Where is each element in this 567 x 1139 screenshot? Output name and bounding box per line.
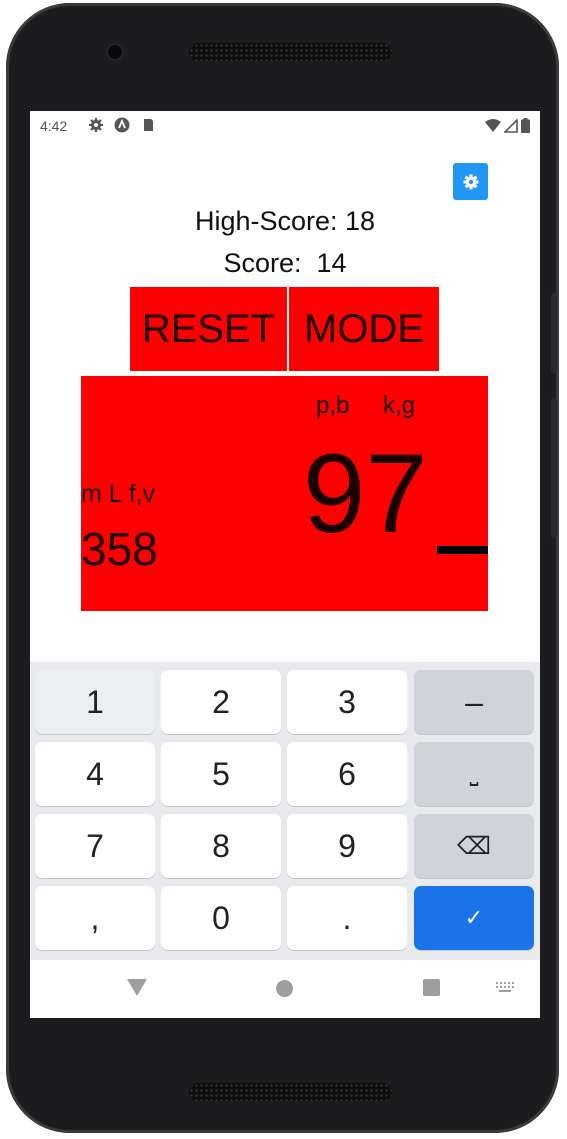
keyboard-switch-icon[interactable] — [496, 982, 516, 994]
recents-icon[interactable] — [423, 979, 440, 996]
status-time: 4:42 — [40, 118, 68, 134]
key-1[interactable]: 1 — [35, 670, 155, 734]
sd-card-icon — [144, 119, 153, 131]
home-icon[interactable] — [276, 980, 293, 997]
volume-button — [551, 398, 557, 538]
key-8[interactable]: 8 — [161, 814, 281, 878]
mode-button[interactable]: MODE — [289, 287, 439, 371]
wifi-icon — [485, 118, 501, 132]
key-period[interactable]: . — [287, 886, 407, 950]
target-number: 358 — [81, 523, 158, 575]
key-2[interactable]: 2 — [161, 670, 281, 734]
high-score-label: High-Score: 18 — [194, 206, 376, 236]
key-minus[interactable]: – — [414, 670, 534, 734]
key-backspace[interactable]: ⌫ — [414, 814, 534, 878]
entered-number: 97 — [303, 431, 428, 556]
key-7[interactable]: 7 — [35, 814, 155, 878]
signal-icon — [504, 118, 518, 133]
reset-button[interactable]: RESET — [130, 287, 287, 371]
key-space[interactable]: ⎵ — [414, 742, 534, 806]
hint-kg: k,g — [383, 392, 416, 419]
app-status-icon — [114, 117, 130, 133]
settings-status-icon — [89, 118, 103, 132]
navigation-bar — [30, 960, 540, 1018]
numeric-keyboard: 1 2 3 – 4 5 6 ⎵ 7 8 9 ⌫ , 0 . ✓ — [30, 662, 540, 960]
hint-pb: p,b — [316, 392, 350, 419]
hint-mlfv: m L f,v — [81, 480, 156, 508]
key-9[interactable]: 9 — [287, 814, 407, 878]
front-camera — [108, 45, 122, 59]
status-right-group — [485, 118, 530, 133]
key-done[interactable]: ✓ — [414, 886, 534, 950]
power-button — [551, 293, 557, 373]
screen: 4:42 High-Score: 18 Score: 14 RESET MODE… — [30, 111, 540, 1018]
key-3[interactable]: 3 — [287, 670, 407, 734]
settings-button[interactable] — [453, 163, 488, 200]
earpiece-speaker — [189, 43, 392, 61]
number-display: p,b k,g m L f,v 358 97 — [81, 376, 488, 611]
status-bar: 4:42 — [30, 111, 540, 141]
score-label: Score: 14 — [223, 248, 347, 278]
input-cursor — [437, 546, 488, 554]
key-6[interactable]: 6 — [287, 742, 407, 806]
bottom-speaker — [189, 1083, 392, 1101]
key-comma[interactable]: , — [35, 886, 155, 950]
back-icon[interactable] — [127, 979, 147, 997]
gear-icon — [463, 174, 478, 189]
battery-icon — [521, 118, 530, 133]
key-5[interactable]: 5 — [161, 742, 281, 806]
key-4[interactable]: 4 — [35, 742, 155, 806]
key-0[interactable]: 0 — [161, 886, 281, 950]
